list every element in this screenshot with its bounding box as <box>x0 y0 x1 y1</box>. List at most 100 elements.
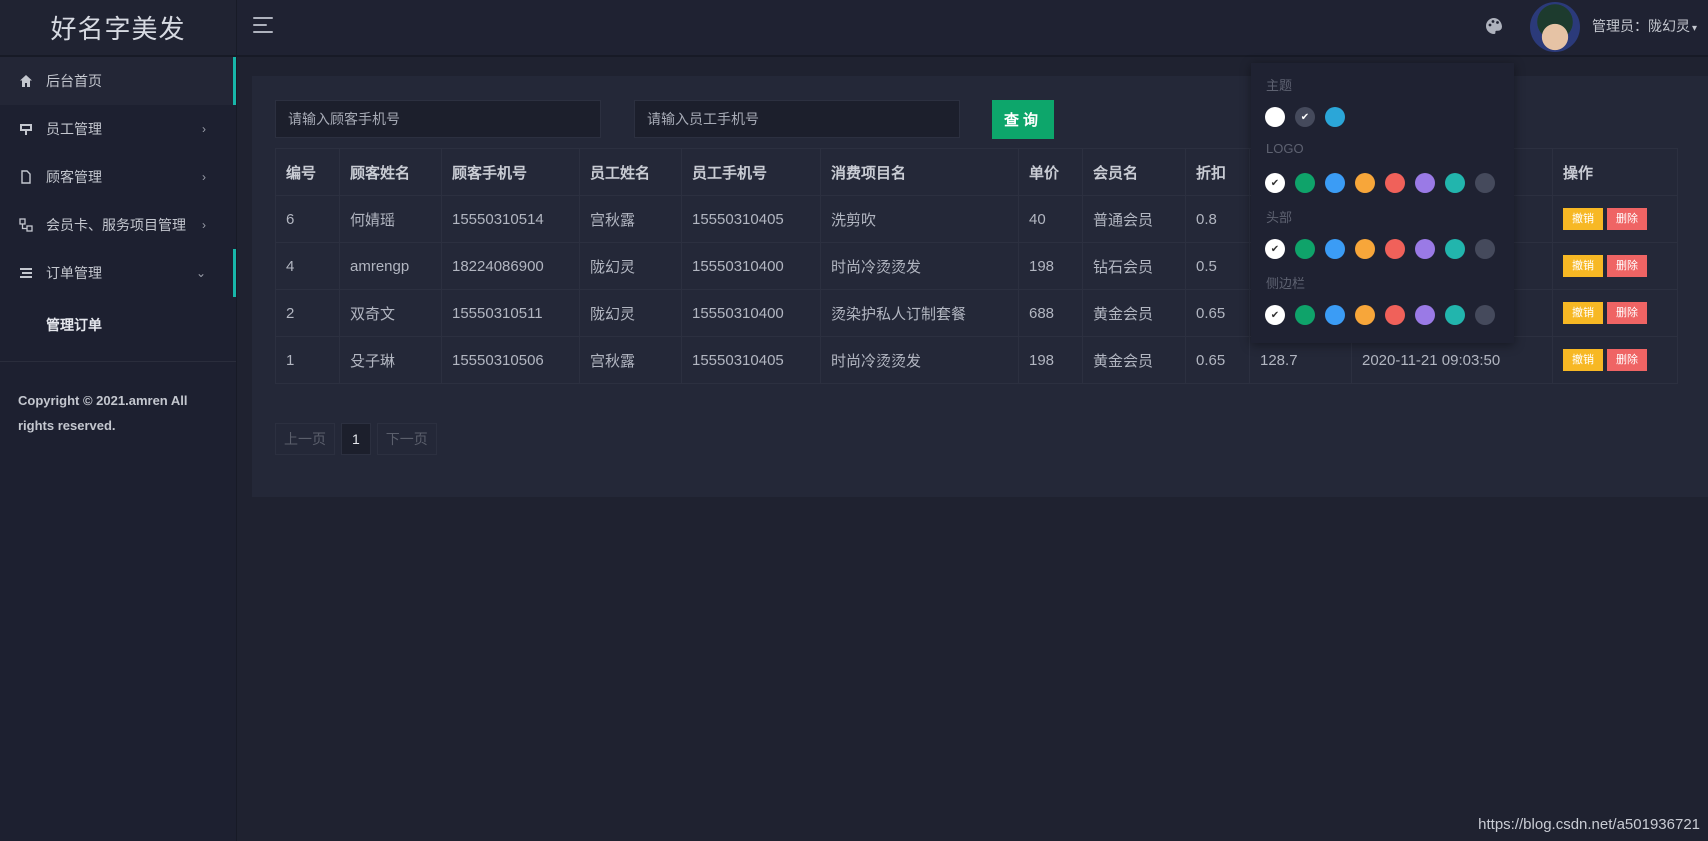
table-cell: 0.65 <box>1185 336 1250 384</box>
table-cell: 宫秋露 <box>579 336 682 384</box>
delete-order-button[interactable]: 删除 <box>1607 208 1647 230</box>
order-icon <box>18 265 34 281</box>
sidebar-swatch-blue[interactable] <box>1325 305 1345 325</box>
theme-swatch-dark[interactable] <box>1295 107 1315 127</box>
cancel-order-button[interactable]: 撤销 <box>1563 349 1603 371</box>
header-swatch-purple[interactable] <box>1415 239 1435 259</box>
sidebar-swatch-green[interactable] <box>1295 305 1315 325</box>
table-cell: 殳子琳 <box>339 336 442 384</box>
user-avatar[interactable] <box>1530 2 1580 52</box>
theme-swatch-blue[interactable] <box>1325 107 1345 127</box>
column-header: 会员名 <box>1082 148 1186 196</box>
query-button[interactable]: 查询 <box>992 100 1054 139</box>
table-cell: 18224086900 <box>441 242 580 290</box>
column-header: 操作 <box>1552 148 1678 196</box>
sidebar: 后台首页 员工管理 › 顾客管理 › 会员卡、服务项目管理 › 订单管理 ⌄ 管… <box>0 57 237 841</box>
sidebar-subitem-manage-orders[interactable]: 管理订单 <box>0 297 236 353</box>
table-cell: 688 <box>1018 289 1083 337</box>
sidebar-swatch-red[interactable] <box>1385 305 1405 325</box>
sidebar-item-label: 会员卡、服务项目管理 <box>46 217 186 233</box>
chevron-right-icon: › <box>202 218 206 232</box>
logo-swatch-slate[interactable] <box>1475 173 1495 193</box>
logo-swatch-orange[interactable] <box>1355 173 1375 193</box>
table-cell: 1 <box>275 336 340 384</box>
column-header: 员工姓名 <box>579 148 682 196</box>
chevron-right-icon: › <box>202 170 206 184</box>
table-cell: 4 <box>275 242 340 290</box>
column-header: 顾客姓名 <box>339 148 442 196</box>
delete-order-button[interactable]: 删除 <box>1607 349 1647 371</box>
logo-swatch-green[interactable] <box>1295 173 1315 193</box>
table-cell: 15550310400 <box>681 289 821 337</box>
cancel-order-button[interactable]: 撤销 <box>1563 255 1603 277</box>
table-cell: 陇幻灵 <box>579 289 682 337</box>
cancel-order-button[interactable]: 撤销 <box>1563 208 1603 230</box>
next-page-button[interactable]: 下一页 <box>376 423 437 455</box>
sidebar-swatch-purple[interactable] <box>1415 305 1435 325</box>
header-swatch-slate[interactable] <box>1475 239 1495 259</box>
sidebar-item-customers[interactable]: 顾客管理 › <box>0 153 236 201</box>
header-swatch-green[interactable] <box>1295 239 1315 259</box>
chevron-right-icon: › <box>202 122 206 136</box>
table-cell: 15550310405 <box>681 336 821 384</box>
sidebar-item-label: 订单管理 <box>46 265 102 281</box>
header-swatch-white[interactable] <box>1265 239 1285 259</box>
table-cell: 黄金会员 <box>1082 289 1186 337</box>
employee-phone-input[interactable] <box>634 100 960 138</box>
chevron-down-icon: ⌄ <box>195 266 206 280</box>
sidebar-swatch-orange[interactable] <box>1355 305 1375 325</box>
table-cell: 宫秋露 <box>579 195 682 243</box>
table-cell: 15550310511 <box>441 289 580 337</box>
delete-order-button[interactable]: 删除 <box>1607 255 1647 277</box>
header-swatch-red[interactable] <box>1385 239 1405 259</box>
actions-cell: 撤销 删除 <box>1552 336 1678 384</box>
table-cell: 陇幻灵 <box>579 242 682 290</box>
table-row: 1 殳子琳 15550310506 宫秋露 15550310405 时尚冷烫烫发… <box>275 336 1678 384</box>
table-cell: 何婧瑶 <box>339 195 442 243</box>
table-cell: 15550310506 <box>441 336 580 384</box>
delete-order-button[interactable]: 删除 <box>1607 302 1647 324</box>
table-cell: 40 <box>1018 195 1083 243</box>
sidebar-item-employees[interactable]: 员工管理 › <box>0 105 236 153</box>
logo-swatch-purple[interactable] <box>1415 173 1435 193</box>
header-swatch-orange[interactable] <box>1355 239 1375 259</box>
menu-toggle-icon[interactable] <box>253 17 273 35</box>
cancel-order-button[interactable]: 撤销 <box>1563 302 1603 324</box>
sidebar-item-home[interactable]: 后台首页 <box>0 57 236 105</box>
app-logo[interactable]: 好名字美发 <box>0 0 237 55</box>
pagination: 上一页 1 下一页 <box>275 423 437 455</box>
table-cell: amrengp <box>339 242 442 290</box>
theme-swatch-light[interactable] <box>1265 107 1285 127</box>
sidebar-item-membership[interactable]: 会员卡、服务项目管理 › <box>0 201 236 249</box>
table-cell: 15550310514 <box>441 195 580 243</box>
logo-swatch-blue[interactable] <box>1325 173 1345 193</box>
sidebar-swatch-teal[interactable] <box>1445 305 1465 325</box>
table-cell: 0.8 <box>1185 195 1250 243</box>
header-section-label: 头部 <box>1266 210 1293 225</box>
header-swatch-teal[interactable] <box>1445 239 1465 259</box>
table-cell: 时尚冷烫烫发 <box>820 336 1019 384</box>
theme-swatch-row <box>1265 107 1345 127</box>
prev-page-button[interactable]: 上一页 <box>275 423 335 455</box>
logo-section-label: LOGO <box>1266 141 1304 156</box>
sidebar-item-label: 员工管理 <box>46 121 102 137</box>
palette-icon[interactable] <box>1483 15 1505 37</box>
customer-phone-input[interactable] <box>275 100 601 138</box>
table-cell: 钻石会员 <box>1082 242 1186 290</box>
column-header: 编号 <box>275 148 340 196</box>
page-number-button[interactable]: 1 <box>341 423 371 455</box>
logo-swatch-teal[interactable] <box>1445 173 1465 193</box>
actions-cell: 撤销 删除 <box>1552 195 1678 243</box>
header-swatch-blue[interactable] <box>1325 239 1345 259</box>
logo-swatch-red[interactable] <box>1385 173 1405 193</box>
sidebar-item-orders[interactable]: 订单管理 ⌄ <box>0 249 236 297</box>
file-icon <box>18 169 34 185</box>
actions-cell: 撤销 删除 <box>1552 242 1678 290</box>
sidebar-swatch-white[interactable] <box>1265 305 1285 325</box>
column-header: 顾客手机号 <box>441 148 580 196</box>
user-menu[interactable]: 管理员：陇幻灵 ▾ <box>1592 16 1697 36</box>
table-cell: 128.7 <box>1249 336 1352 384</box>
logo-swatch-white[interactable] <box>1265 173 1285 193</box>
theme-settings-panel: 主题 LOGO 头部 侧边栏 <box>1251 63 1514 343</box>
sidebar-swatch-slate[interactable] <box>1475 305 1495 325</box>
